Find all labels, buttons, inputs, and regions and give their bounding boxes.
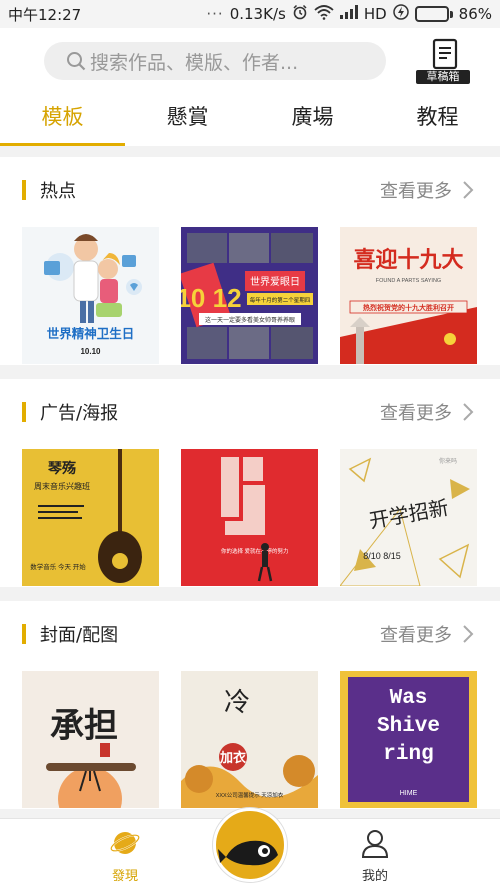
chevron-right-icon (463, 181, 474, 199)
see-more-label: 查看更多 (380, 403, 452, 424)
charging-icon (392, 4, 409, 24)
network-speed: 0.13K/s (229, 5, 286, 23)
thumb-sub-text: 每年十月的第二个星期四 (250, 296, 311, 304)
section-title: 封面/配图 (40, 625, 119, 646)
thumb-sub-text: 10.10 (80, 347, 101, 356)
nav-mine-label: 我的 (361, 869, 388, 884)
app-header: 搜索作品、模版、作者... 草稿箱 模板 懸賞 廣場 教程 (0, 28, 500, 146)
chevron-right-icon (463, 403, 474, 421)
thumb-caption-text: XXX公司温馨提示 天凉加衣 (216, 791, 284, 799)
search-placeholder: 搜索作品、模版、作者... (90, 51, 299, 74)
status-icons: ··· 0.13K/s HD 86% (206, 4, 492, 24)
section-header: 封面/配图 (22, 623, 119, 646)
thumb-sub-text: 周末音乐兴趣班 (34, 481, 90, 491)
signal-icon (339, 5, 358, 23)
nav-discover-label: 發現 (111, 869, 138, 884)
template-thumbnail[interactable]: 开学招新 8/10 8/15 你来吗 (340, 449, 477, 586)
see-more-label: 查看更多 (380, 625, 452, 646)
section-accent-bar (22, 180, 26, 200)
thumb-caption-text: 数学音乐 今天 开始 (30, 562, 86, 571)
section-accent-bar (22, 624, 26, 644)
thumb-sub-text: FOUND A PARTS SAYING (376, 278, 441, 284)
see-more-button[interactable]: 查看更多 (380, 399, 474, 425)
chevron-right-icon (463, 625, 474, 643)
see-more-button[interactable]: 查看更多 (380, 177, 474, 203)
search-icon (67, 52, 86, 71)
section-title: 广告/海报 (40, 403, 119, 424)
template-thumbnail[interactable]: 琴殇 周末音乐兴趣班 数学音乐 今天 开始 (22, 449, 159, 586)
section-title: 热点 (40, 181, 76, 202)
thumb-title-text: 世界精神卫生日 (47, 326, 135, 341)
section-covers: 封面/配图 查看更多 承担 冷 加衣 XXX公司温馨提示 天凉加衣 HIME W… (0, 601, 500, 809)
section-header: 热点 (22, 179, 76, 202)
thumb-caption-text: 你的选择 爱就在不停的努力 (221, 547, 289, 555)
thumb-sub-text: 8/10 8/15 (363, 551, 401, 561)
battery-icon (414, 6, 453, 22)
fish-mascot-icon (218, 840, 278, 866)
section-header: 广告/海报 (22, 401, 119, 424)
tab-templates[interactable]: 模板 (0, 94, 125, 146)
nav-mine[interactable]: 我的 (335, 827, 415, 884)
dots-icon: ··· (206, 5, 224, 23)
nav-discover[interactable]: 發現 (85, 827, 165, 884)
template-thumbnail[interactable]: 承担 (22, 671, 159, 808)
tab-plaza[interactable]: 廣場 (250, 94, 375, 146)
draft-box-icon (432, 38, 458, 70)
section-hot: 热点 查看更多 世界精神卫生日 10.10 10 12 世界爱眼日 每年十月的第… (0, 157, 500, 365)
thumb-title-text: 琴殇 (48, 460, 76, 477)
section-accent-bar (22, 402, 26, 422)
thumb-title-text: 世界爱眼日 (250, 275, 300, 288)
template-thumbnail[interactable]: 冷 加衣 XXX公司温馨提示 天凉加衣 (181, 671, 318, 808)
search-input[interactable]: 搜索作品、模版、作者... (44, 42, 386, 80)
thumb-title-text: 加衣 (219, 750, 246, 765)
thumb-caption-text: 你来吗 (439, 457, 457, 465)
user-icon (361, 830, 389, 858)
thumb-title-line: ring (383, 743, 433, 766)
thumb-title-text: 喜迎十九大 (353, 247, 463, 272)
see-more-button[interactable]: 查看更多 (380, 621, 474, 647)
thumb-caption-text: 热烈祝贺党的十九大胜利召开 (363, 303, 454, 312)
thumb-caption-text: 这一天一定要多看美女帅哥养养眼 (205, 316, 295, 324)
template-thumbnail[interactable]: HIME Was Shive ring (340, 671, 477, 808)
thumb-big-text: 10 12 (181, 283, 242, 313)
tab-rewards[interactable]: 懸賞 (125, 94, 250, 146)
thumb-title-line: Was (390, 687, 428, 710)
section-ads-posters: 广告/海报 查看更多 琴殇 周末音乐兴趣班 数学音乐 今天 开始 你的选择 爱就… (0, 379, 500, 587)
template-thumbnail[interactable]: 世界精神卫生日 10.10 (22, 227, 159, 364)
status-time: 中午12:27 (8, 5, 82, 24)
template-thumbnail[interactable]: 你的选择 爱就在不停的努力 (181, 449, 318, 586)
battery-percent: 86% (458, 5, 492, 23)
status-bar: 中午12:27 ··· 0.13K/s HD 86% (0, 0, 500, 28)
create-button[interactable] (213, 808, 287, 882)
alarm-icon (292, 4, 308, 24)
thumb-title-text: 承担 (50, 707, 118, 745)
planet-icon (110, 832, 140, 854)
wifi-icon (314, 4, 334, 24)
draft-box-label: 草稿箱 (416, 70, 470, 84)
template-thumbnail[interactable]: 喜迎十九大 FOUND A PARTS SAYING 热烈祝贺党的十九大胜利召开 (340, 227, 477, 364)
see-more-label: 查看更多 (380, 181, 452, 202)
thumb-sub-text: 冷 (224, 688, 250, 717)
draft-box-button[interactable]: 草稿箱 (416, 38, 470, 86)
network-type: HD (363, 5, 387, 23)
tab-tutorials[interactable]: 教程 (375, 94, 500, 146)
template-thumbnail[interactable]: 10 12 世界爱眼日 每年十月的第二个星期四 这一天一定要多看美女帅哥养养眼 (181, 227, 318, 364)
thumb-sub-text: HIME (400, 790, 418, 797)
thumb-title-line: Shive (377, 715, 440, 738)
category-tabs: 模板 懸賞 廣場 教程 (0, 94, 500, 146)
